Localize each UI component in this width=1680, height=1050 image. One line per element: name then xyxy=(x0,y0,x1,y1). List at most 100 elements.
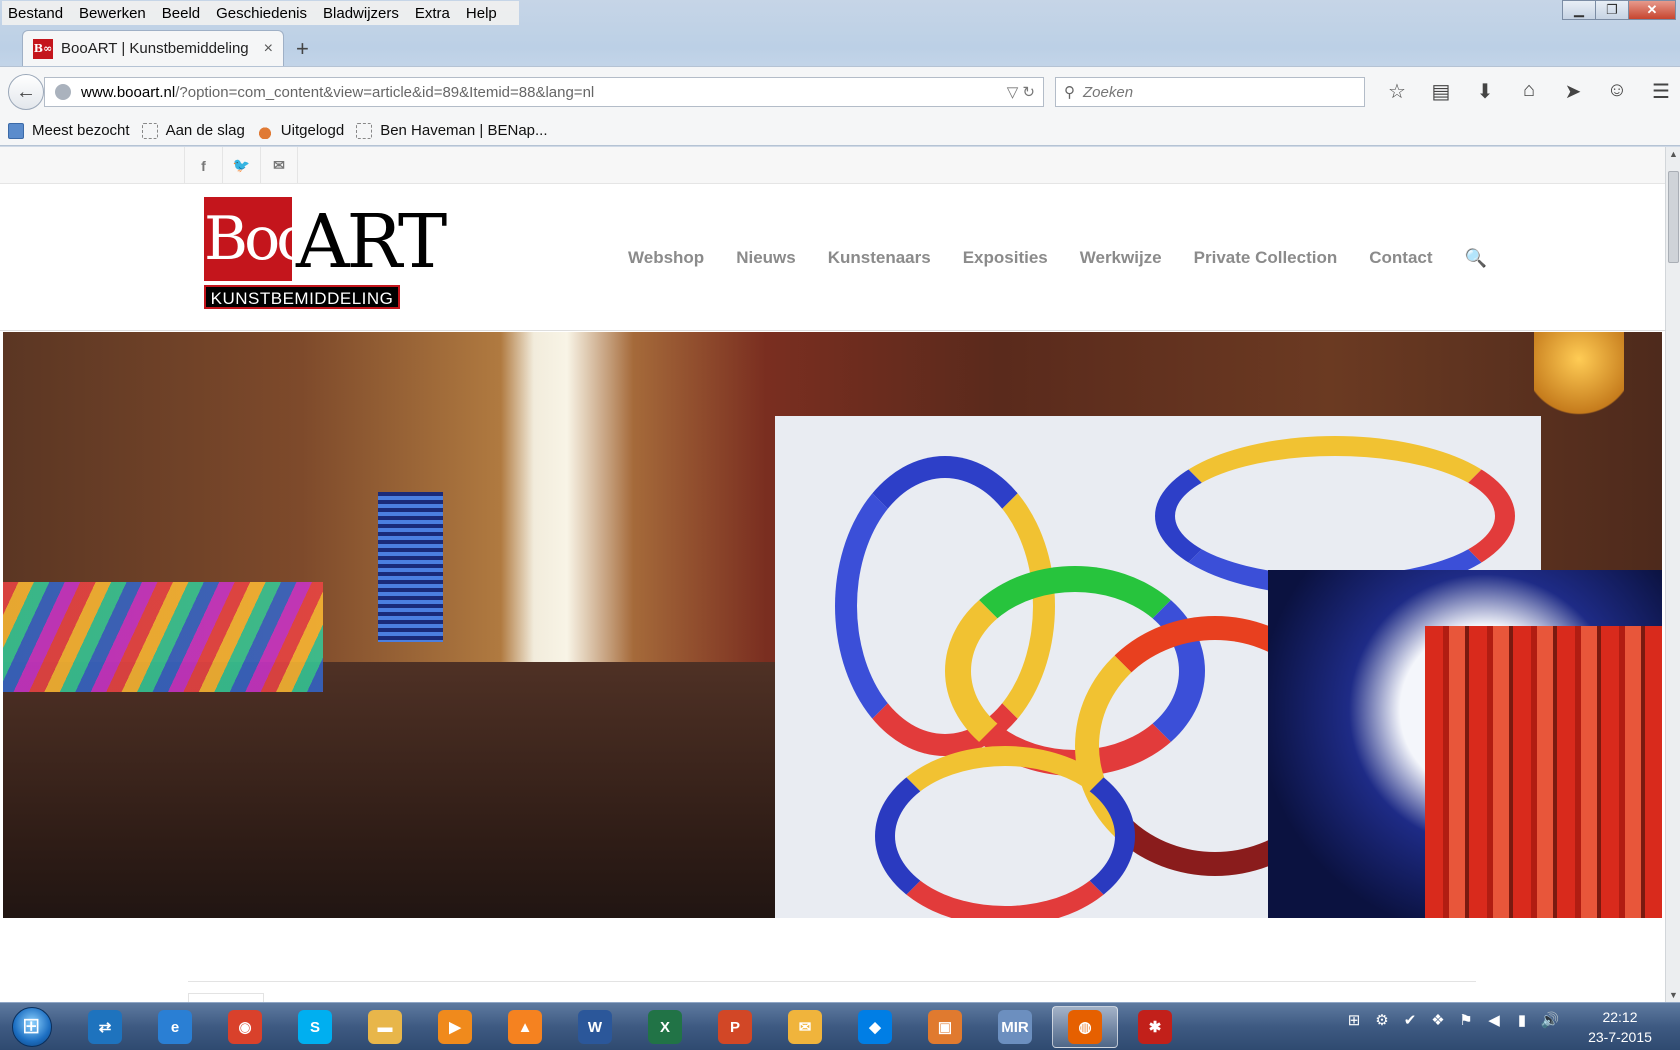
taskbar-button[interactable]: ▶ xyxy=(422,1006,488,1048)
clipboard-icon[interactable]: ▤ xyxy=(1419,79,1463,104)
search-input[interactable]: ⚲ Zoeken xyxy=(1055,77,1365,107)
scroll-up-icon[interactable]: ▲ xyxy=(1669,149,1678,159)
close-window-button[interactable]: ✕ xyxy=(1628,0,1676,20)
start-button[interactable] xyxy=(12,1007,52,1047)
taskbar-button[interactable]: ⇄ xyxy=(72,1006,138,1048)
nav-contact[interactable]: Contact xyxy=(1369,248,1432,268)
taskbar-button[interactable]: X xyxy=(632,1006,698,1048)
toolbar-icons: ☆ ▤ ⬇ ⌂ ➤ ☺ ☰ xyxy=(1375,79,1680,104)
mail-icon[interactable]: ✉ xyxy=(260,147,298,184)
excel-icon: X xyxy=(648,1010,682,1044)
home-icon[interactable]: ⌂ xyxy=(1507,79,1551,104)
media-player-icon: ▶ xyxy=(438,1010,472,1044)
reload-icon[interactable]: ▽ ↻ xyxy=(1007,83,1035,101)
taskbar-button[interactable]: MIR xyxy=(982,1006,1048,1048)
nav-nieuws[interactable]: Nieuws xyxy=(736,248,796,268)
hero-light-pillar xyxy=(378,492,443,642)
taskbar-button[interactable]: P xyxy=(702,1006,768,1048)
web-page: f 🐦 ✉ Boo ART KUNSTBEMIDDELING Webshop N… xyxy=(0,147,1665,1002)
url-host: www.booart.nl xyxy=(81,83,176,101)
menu-beeld[interactable]: Beeld xyxy=(162,5,200,22)
hero-painting-left xyxy=(3,582,323,692)
browser-tab[interactable]: B∞ BooART | Kunstbemiddeling × xyxy=(22,30,284,66)
tray-icon[interactable]: ⊞ xyxy=(1340,1011,1368,1029)
tray-icon[interactable]: ⚙ xyxy=(1368,1011,1396,1029)
tab-title: BooART | Kunstbemiddeling xyxy=(61,40,249,57)
teamviewer-icon: ⇄ xyxy=(88,1010,122,1044)
taskbar-apps: ⇄ e ◉ S ▬ ▶ ▲ W X P ✉ ◆ ▣ MIR ◍ ✱ xyxy=(72,1006,1192,1048)
maximize-button[interactable]: ❐ xyxy=(1595,0,1629,20)
internet-explorer-icon: e xyxy=(158,1010,192,1044)
bookmark-ben-haveman[interactable]: Ben Haveman | BENap... xyxy=(356,122,548,139)
back-button[interactable]: ← xyxy=(8,74,44,110)
chat-icon[interactable]: ☺ xyxy=(1595,79,1639,104)
gallery-icon: ▣ xyxy=(928,1010,962,1044)
close-tab-icon[interactable]: × xyxy=(264,40,273,58)
taskbar-button[interactable]: ▣ xyxy=(912,1006,978,1048)
taskbar-button[interactable]: ▬ xyxy=(352,1006,418,1048)
globe-icon xyxy=(55,84,71,100)
hero-floor xyxy=(3,662,783,918)
page-scrollbar[interactable]: ▲ ▼ xyxy=(1665,147,1680,1002)
pot-icon xyxy=(256,122,273,139)
bookmark-uitgelogd[interactable]: Uitgelogd xyxy=(256,122,345,139)
minimize-button[interactable]: ▁ xyxy=(1562,0,1596,20)
tray-icon[interactable]: 🔊 xyxy=(1536,1011,1564,1029)
menu-icon[interactable]: ☰ xyxy=(1639,79,1680,104)
bookmark-meest-bezocht[interactable]: Meest bezocht xyxy=(8,122,130,139)
nav-private-collection[interactable]: Private Collection xyxy=(1194,248,1338,268)
bookmark-aan-de-slag[interactable]: Aan de slag xyxy=(141,122,245,139)
clock[interactable]: 22:12 23-7-2015 xyxy=(1580,1007,1660,1047)
menu-bladwijzers[interactable]: Bladwijzers xyxy=(323,5,399,22)
bookmarks-bar: Meest bezocht Aan de slag Uitgelogd Ben … xyxy=(0,116,1680,146)
download-icon[interactable]: ⬇ xyxy=(1463,79,1507,104)
nav-kunstenaars[interactable]: Kunstenaars xyxy=(828,248,931,268)
menu-bestand[interactable]: Bestand xyxy=(8,5,63,22)
logo-tagline: KUNSTBEMIDDELING xyxy=(204,285,400,309)
taskbar-button[interactable]: ◉ xyxy=(212,1006,278,1048)
main-nav: Webshop Nieuws Kunstenaars Exposities We… xyxy=(612,185,1487,331)
content-divider xyxy=(188,981,1476,982)
url-bar[interactable]: www.booart.nl /?option=com_content&view=… xyxy=(44,77,1044,107)
navigation-toolbar: www.booart.nl /?option=com_content&view=… xyxy=(0,66,1680,116)
nav-werkwijze[interactable]: Werkwijze xyxy=(1080,248,1162,268)
taskbar-button[interactable]: ✉ xyxy=(772,1006,838,1048)
menu-help[interactable]: Help xyxy=(466,5,497,22)
taskbar-button[interactable]: ▲ xyxy=(492,1006,558,1048)
send-icon[interactable]: ➤ xyxy=(1551,79,1595,104)
tray-icon[interactable]: ⚑ xyxy=(1452,1011,1480,1029)
social-links: f 🐦 ✉ xyxy=(184,147,298,184)
tray-icon[interactable]: ◀ xyxy=(1480,1011,1508,1029)
taskbar-button[interactable]: e xyxy=(142,1006,208,1048)
clock-date: 23-7-2015 xyxy=(1588,1029,1652,1045)
paint-splat-icon: ✱ xyxy=(1138,1010,1172,1044)
site-header: Boo ART KUNSTBEMIDDELING Webshop Nieuws … xyxy=(0,185,1665,331)
twitter-icon[interactable]: 🐦 xyxy=(222,147,260,184)
tray-icon[interactable]: ✔ xyxy=(1396,1011,1424,1029)
tray-icon[interactable]: ▮ xyxy=(1508,1011,1536,1029)
menu-extra[interactable]: Extra xyxy=(415,5,450,22)
facebook-icon[interactable]: f xyxy=(184,147,222,184)
nav-webshop[interactable]: Webshop xyxy=(628,248,704,268)
bookmark-star-icon[interactable]: ☆ xyxy=(1375,79,1419,104)
menu-geschiedenis[interactable]: Geschiedenis xyxy=(216,5,307,22)
powerpoint-icon: P xyxy=(718,1010,752,1044)
scrollbar-thumb[interactable] xyxy=(1668,171,1679,263)
taskbar-button[interactable]: ◍ xyxy=(1052,1006,1118,1048)
taskbar-button[interactable]: W xyxy=(562,1006,628,1048)
menu-bewerken[interactable]: Bewerken xyxy=(79,5,146,22)
bookmark-label: Uitgelogd xyxy=(280,122,345,139)
window-controls: ▁ ❐ ✕ xyxy=(1562,0,1676,20)
taskbar-button[interactable]: ◆ xyxy=(842,1006,908,1048)
dropbox-icon: ◆ xyxy=(858,1010,892,1044)
taskbar-button[interactable]: S xyxy=(282,1006,348,1048)
site-search-icon[interactable]: 🔍 xyxy=(1465,248,1487,269)
taskbar-button[interactable]: ✱ xyxy=(1122,1006,1188,1048)
tray-icon[interactable]: ❖ xyxy=(1424,1011,1452,1029)
content-tab xyxy=(188,993,264,1002)
new-tab-button[interactable]: + xyxy=(296,36,309,62)
booart-logo[interactable]: Boo ART KUNSTBEMIDDELING xyxy=(204,197,447,313)
nav-exposities[interactable]: Exposities xyxy=(963,248,1048,268)
scroll-down-icon[interactable]: ▼ xyxy=(1669,990,1678,1000)
page-icon xyxy=(141,122,158,139)
